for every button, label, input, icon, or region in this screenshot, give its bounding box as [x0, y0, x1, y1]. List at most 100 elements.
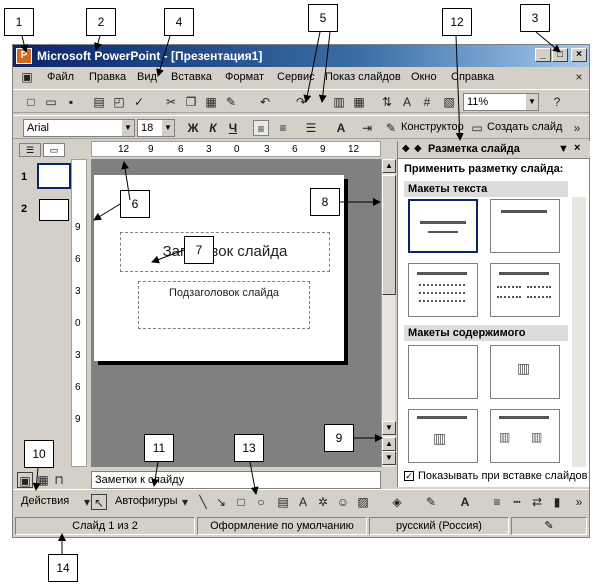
- italic-button[interactable]: К: [205, 120, 221, 136]
- cut-icon[interactable]: ✂: [163, 94, 179, 110]
- scroll-down-button[interactable]: ▼: [382, 421, 396, 435]
- normal-view-icon[interactable]: ▣: [17, 472, 33, 488]
- underline-button[interactable]: Ч: [225, 120, 241, 136]
- chart-icon[interactable]: ▥: [331, 94, 347, 110]
- align-left-icon[interactable]: ≡: [253, 120, 269, 136]
- shadow-icon[interactable]: ▮: [549, 494, 565, 510]
- layout-title-content[interactable]: ▥: [408, 409, 478, 463]
- menu-edit[interactable]: Правка: [89, 71, 126, 83]
- wordart-icon[interactable]: A: [295, 494, 311, 510]
- slideshow-view-icon[interactable]: ⊓: [51, 472, 67, 488]
- menu-tools[interactable]: Сервис: [277, 71, 315, 83]
- slide-thumbnail-2[interactable]: [39, 199, 69, 221]
- back-icon[interactable]: ◆: [402, 143, 410, 154]
- size-select[interactable]: 18 ▼: [137, 119, 175, 137]
- undo-icon[interactable]: ↶: [257, 94, 273, 110]
- close-doc-icon[interactable]: ×: [571, 69, 587, 85]
- sorter-view-icon[interactable]: ▦: [35, 472, 51, 488]
- show-on-insert-checkbox[interactable]: ✓: [404, 471, 414, 481]
- line-icon[interactable]: ╲: [195, 494, 211, 510]
- menu-file[interactable]: Файл: [47, 71, 74, 83]
- open-icon[interactable]: ▭: [43, 94, 59, 110]
- layout-blank[interactable]: [408, 345, 478, 399]
- menu-slideshow[interactable]: Показ слайдов: [325, 71, 401, 83]
- slides-tab[interactable]: ▭: [43, 143, 65, 157]
- new-slide-button[interactable]: Создать слайд: [487, 121, 562, 133]
- grid-icon[interactable]: #: [419, 94, 435, 110]
- forward-icon[interactable]: ◆: [414, 143, 422, 154]
- autoshapes-dropdown-icon[interactable]: ▾: [177, 494, 193, 510]
- menu-window[interactable]: Окно: [411, 71, 437, 83]
- fill-color-icon[interactable]: ◈: [389, 494, 405, 510]
- help-icon[interactable]: ?: [549, 94, 565, 110]
- table-icon[interactable]: ▦: [351, 94, 367, 110]
- menu-insert[interactable]: Вставка: [171, 71, 212, 83]
- next-slide-button[interactable]: ▼: [382, 451, 396, 465]
- list-icon[interactable]: ☰: [303, 120, 319, 136]
- paste-icon[interactable]: ▦: [203, 94, 219, 110]
- layout-two-content[interactable]: ▥ ▥: [490, 409, 560, 463]
- print-icon[interactable]: ▤: [91, 94, 107, 110]
- previous-slide-button[interactable]: ▲: [382, 437, 396, 451]
- redo-icon[interactable]: ↷: [293, 94, 309, 110]
- toolbar-options-icon[interactable]: »: [569, 120, 585, 136]
- menu-format[interactable]: Формат: [225, 71, 264, 83]
- arrow-style-icon[interactable]: ⇄: [529, 494, 545, 510]
- dropdown-icon[interactable]: ▼: [558, 143, 569, 155]
- slide-thumbnail-1[interactable]: [37, 163, 71, 189]
- line-style-icon[interactable]: ≡: [489, 494, 505, 510]
- designer-icon[interactable]: ✎: [383, 120, 399, 136]
- maximize-button[interactable]: □: [552, 48, 568, 62]
- oval-icon[interactable]: ○: [253, 494, 269, 510]
- autoshapes-menu[interactable]: Автофигуры: [115, 495, 178, 507]
- new-slide-icon[interactable]: ▭: [469, 120, 485, 136]
- dash-style-icon[interactable]: ┅: [509, 494, 525, 510]
- font-select[interactable]: Arial ▼: [23, 119, 135, 137]
- title-bar[interactable]: P Microsoft PowerPoint - [Презентация1] …: [13, 45, 589, 67]
- layout-title-text[interactable]: [408, 263, 478, 317]
- menu-view[interactable]: Вид: [137, 71, 157, 83]
- layout-content[interactable]: ▥: [490, 345, 560, 399]
- line-color-icon[interactable]: ✎: [423, 494, 439, 510]
- indent-icon[interactable]: ⇥: [359, 120, 375, 136]
- new-icon[interactable]: □: [23, 94, 39, 110]
- bold-button[interactable]: Ж: [185, 120, 201, 136]
- drawing-options-icon[interactable]: »: [571, 494, 587, 510]
- clipart-icon[interactable]: ☺: [335, 494, 351, 510]
- zoom-select[interactable]: 11% ▼: [463, 93, 539, 111]
- picture-icon[interactable]: ▨: [355, 494, 371, 510]
- format-painter-icon[interactable]: ✎: [223, 94, 239, 110]
- text-formatting-icon[interactable]: A: [399, 94, 415, 110]
- copy-icon[interactable]: ❐: [183, 94, 199, 110]
- minimize-button[interactable]: _: [535, 48, 551, 62]
- task-pane-close-icon[interactable]: ×: [574, 142, 580, 154]
- preview-icon[interactable]: ◰: [111, 94, 127, 110]
- close-button[interactable]: ×: [571, 48, 587, 62]
- actions-menu[interactable]: Действия: [21, 495, 69, 507]
- task-pane-scrollbar[interactable]: [572, 197, 586, 467]
- designer-button[interactable]: Конструктор: [401, 121, 464, 133]
- scroll-thumb[interactable]: [382, 175, 396, 295]
- font-color-icon[interactable]: A: [457, 494, 473, 510]
- arrow-icon[interactable]: ↘: [213, 494, 229, 510]
- powerpoint-icon[interactable]: P: [16, 48, 32, 64]
- spelling-icon[interactable]: ✓: [131, 94, 147, 110]
- document-icon[interactable]: ▣: [19, 69, 35, 85]
- textbox-icon[interactable]: ▤: [275, 494, 291, 510]
- layout-title-only[interactable]: [490, 199, 560, 253]
- subtitle-placeholder[interactable]: Подзаголовок слайда: [138, 281, 310, 329]
- vertical-scrollbar[interactable]: ▲ ▼ ▲ ▼: [381, 159, 396, 467]
- align-center-icon[interactable]: ≡: [275, 120, 291, 136]
- rectangle-icon[interactable]: □: [233, 494, 249, 510]
- select-pointer-icon[interactable]: ↖: [91, 494, 107, 510]
- expand-icon[interactable]: ⇅: [379, 94, 395, 110]
- diagram-icon[interactable]: ✲: [315, 494, 331, 510]
- menu-help[interactable]: Справка: [451, 71, 494, 83]
- outline-tab[interactable]: ☰: [19, 143, 41, 157]
- notes-field[interactable]: Заметки к слайду: [91, 471, 381, 489]
- scroll-up-button[interactable]: ▲: [382, 159, 396, 173]
- increase-font-icon[interactable]: A: [333, 120, 349, 136]
- save-icon[interactable]: ▪: [63, 94, 79, 110]
- title-placeholder[interactable]: Заголовок слайда: [120, 232, 330, 272]
- layout-two-columns[interactable]: [490, 263, 560, 317]
